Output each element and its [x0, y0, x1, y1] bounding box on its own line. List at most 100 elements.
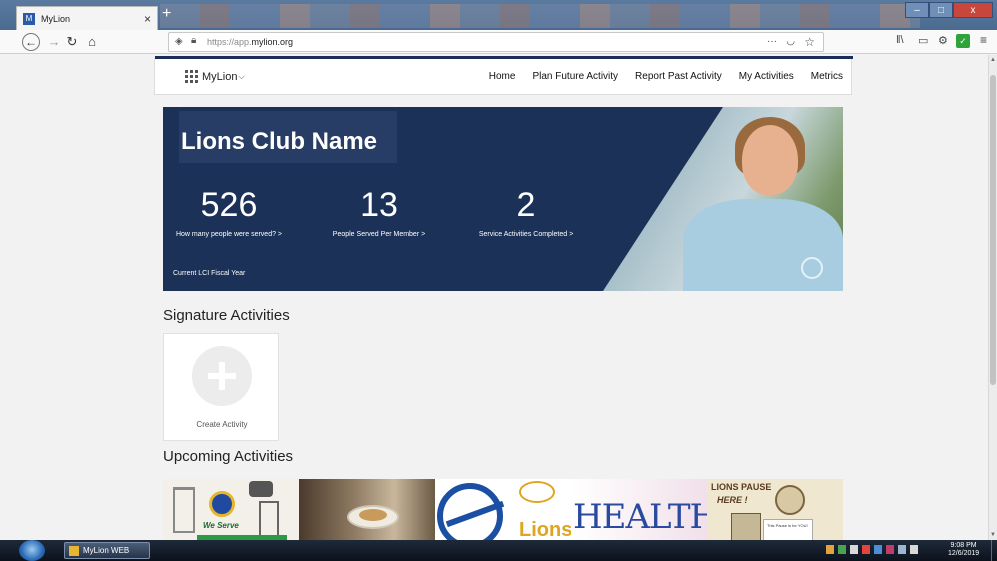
library-icon[interactable]: ‖\ — [896, 34, 904, 46]
wheelchair-image — [249, 481, 273, 497]
main-menu: Home Plan Future Activity Report Past Ac… — [472, 71, 843, 82]
menu-item-metrics[interactable]: Metrics — [811, 71, 843, 82]
new-tab-button[interactable]: + — [162, 6, 171, 22]
mailbox-image — [731, 513, 761, 541]
lions-logo-icon — [209, 491, 235, 517]
taskbar-clock[interactable]: 9:08 PM 12/6/2019 — [948, 542, 979, 558]
clock-date: 12/6/2019 — [948, 550, 980, 557]
photo-person-face — [742, 125, 798, 195]
activity-card-mobility-equipment[interactable]: We Serve — [163, 479, 299, 541]
stat-activities-completed[interactable]: 2 Service Activities Completed > — [475, 185, 577, 238]
pause-note: This Pause is for YOU! — [763, 519, 813, 541]
stat-label[interactable]: Service Activities Completed > — [475, 231, 577, 238]
rollator-image — [259, 501, 279, 537]
stat-value: 526 — [200, 186, 258, 224]
app-grid-icon — [185, 70, 198, 83]
globe-icon — [519, 481, 555, 503]
create-activity-label: Create Activity — [196, 420, 248, 429]
tab-close-icon[interactable]: × — [144, 12, 151, 26]
tray-app-icon[interactable] — [862, 545, 870, 554]
page-actions-icon[interactable]: ··· — [767, 36, 777, 47]
menu-item-report-past-activity[interactable]: Report Past Activity — [635, 71, 722, 82]
lion-face-image — [775, 485, 805, 515]
health-fair-text: HEALTHFAIR — [573, 497, 707, 537]
folder-icon — [69, 545, 79, 556]
scroll-up-icon[interactable]: ▲ — [990, 57, 996, 63]
menu-item-my-activities[interactable]: My Activities — [739, 71, 794, 82]
tray-app-icon[interactable] — [886, 545, 894, 554]
lions-pause-text: LIONS PAUSE — [711, 482, 772, 492]
scroll-down-icon[interactable]: ▼ — [990, 532, 996, 538]
minimize-button[interactable]: – — [905, 2, 929, 18]
hero-banner: Lions Club Name 526 How many people were… — [163, 107, 843, 291]
taskbar-item-mylion[interactable]: MyLion WEB — [64, 542, 150, 559]
activity-card-health-fair[interactable]: HEALTHFAIR — [571, 479, 707, 541]
stat-people-served[interactable]: 526 How many people were served? > — [173, 185, 285, 238]
here-text: HERE ! — [717, 495, 748, 505]
vertical-scrollbar[interactable]: ▲ ▼ — [988, 55, 997, 540]
we-serve-text: We Serve — [203, 521, 239, 530]
address-bar[interactable]: ◈ 🔒︎ https://app.mylion.org ··· ◡ ☆ — [168, 32, 824, 52]
back-arrow-icon[interactable]: ← — [22, 33, 40, 51]
stat-per-member[interactable]: 13 People Served Per Member > — [327, 185, 431, 238]
lions-text: Lions — [519, 519, 571, 541]
lock-icon[interactable]: 🔒︎ — [191, 35, 196, 46]
clock-time: 9:08 PM — [950, 542, 977, 549]
walker-image — [173, 487, 195, 533]
volume-icon[interactable] — [910, 545, 918, 554]
food-image — [359, 509, 387, 521]
taskbar-item-label: MyLion WEB — [83, 546, 130, 555]
os-taskbar: MyLion WEB 9:08 PM 12/6/2019 — [0, 540, 997, 561]
forward-arrow-icon[interactable]: → — [44, 32, 64, 52]
sidebar-icon[interactable]: ▭ — [918, 34, 928, 47]
url-text[interactable]: https://app.mylion.org — [207, 37, 293, 47]
browser-tab-mylion[interactable]: M MyLion × — [16, 6, 158, 30]
reload-icon[interactable]: ↻ — [62, 32, 82, 52]
hero-photo — [603, 107, 843, 291]
tray-app-icon[interactable] — [838, 545, 846, 554]
tray-app-icon[interactable] — [874, 545, 882, 554]
activity-card-lions-pause[interactable]: LIONS PAUSE HERE ! This Pause is for YOU… — [707, 479, 843, 541]
show-desktop-button[interactable] — [991, 540, 997, 561]
fiscal-year-label: Current LCI Fiscal Year — [173, 270, 246, 277]
window-controls: – □ x — [905, 2, 993, 18]
stat-value: 2 — [516, 186, 536, 224]
windows-start-icon[interactable] — [19, 540, 45, 561]
brand-menu[interactable]: MyLion ⌵ — [185, 70, 245, 83]
tracking-shield-icon[interactable]: ◈ — [175, 36, 183, 47]
plus-icon[interactable] — [192, 346, 252, 406]
stat-label[interactable]: People Served Per Member > — [327, 231, 431, 238]
stat-label[interactable]: How many people were served? > — [173, 231, 285, 238]
upcoming-activities-heading: Upcoming Activities — [163, 448, 294, 465]
maximize-button[interactable]: □ — [929, 2, 953, 18]
activity-card-food-serving[interactable] — [299, 479, 435, 541]
site-header: MyLion ⌵ Home Plan Future Activity Repor… — [154, 56, 853, 95]
hamburger-menu-icon[interactable]: ≡ — [980, 33, 987, 47]
extension-icon[interactable]: ⚙ — [938, 34, 948, 47]
menu-item-home[interactable]: Home — [489, 71, 516, 82]
extension-green-icon[interactable]: ✓ — [956, 34, 970, 48]
brand-name: MyLion — [202, 70, 238, 83]
tray-app-icon[interactable] — [826, 545, 834, 554]
club-name: Lions Club Name — [179, 111, 397, 163]
photo-person-body — [683, 199, 843, 291]
mylion-favicon-icon: M — [23, 12, 35, 25]
menu-item-plan-future-activity[interactable]: Plan Future Activity — [532, 71, 618, 82]
header-accent-line — [155, 56, 853, 59]
activity-card-lions-logo[interactable]: Lions — [435, 479, 571, 541]
chevron-down-icon: ⌵ — [238, 71, 245, 81]
close-window-button[interactable]: x — [953, 2, 993, 18]
home-icon[interactable]: ⌂ — [82, 32, 102, 52]
pocket-icon[interactable]: ◡ — [786, 36, 795, 47]
browser-tab-bar: M MyLion × + – □ x — [0, 0, 997, 30]
create-activity-card[interactable]: Create Activity — [163, 333, 279, 441]
url-prefix: https://app. — [207, 37, 252, 47]
system-tray — [826, 545, 922, 554]
tab-bar-background — [160, 4, 920, 28]
network-icon[interactable] — [898, 545, 906, 554]
scrollbar-thumb[interactable] — [990, 75, 996, 385]
lions-shirt-logo — [801, 257, 823, 279]
tab-title: MyLion — [41, 13, 71, 24]
tray-app-icon[interactable] — [850, 545, 858, 554]
bookmark-star-icon[interactable]: ☆ — [804, 35, 815, 49]
